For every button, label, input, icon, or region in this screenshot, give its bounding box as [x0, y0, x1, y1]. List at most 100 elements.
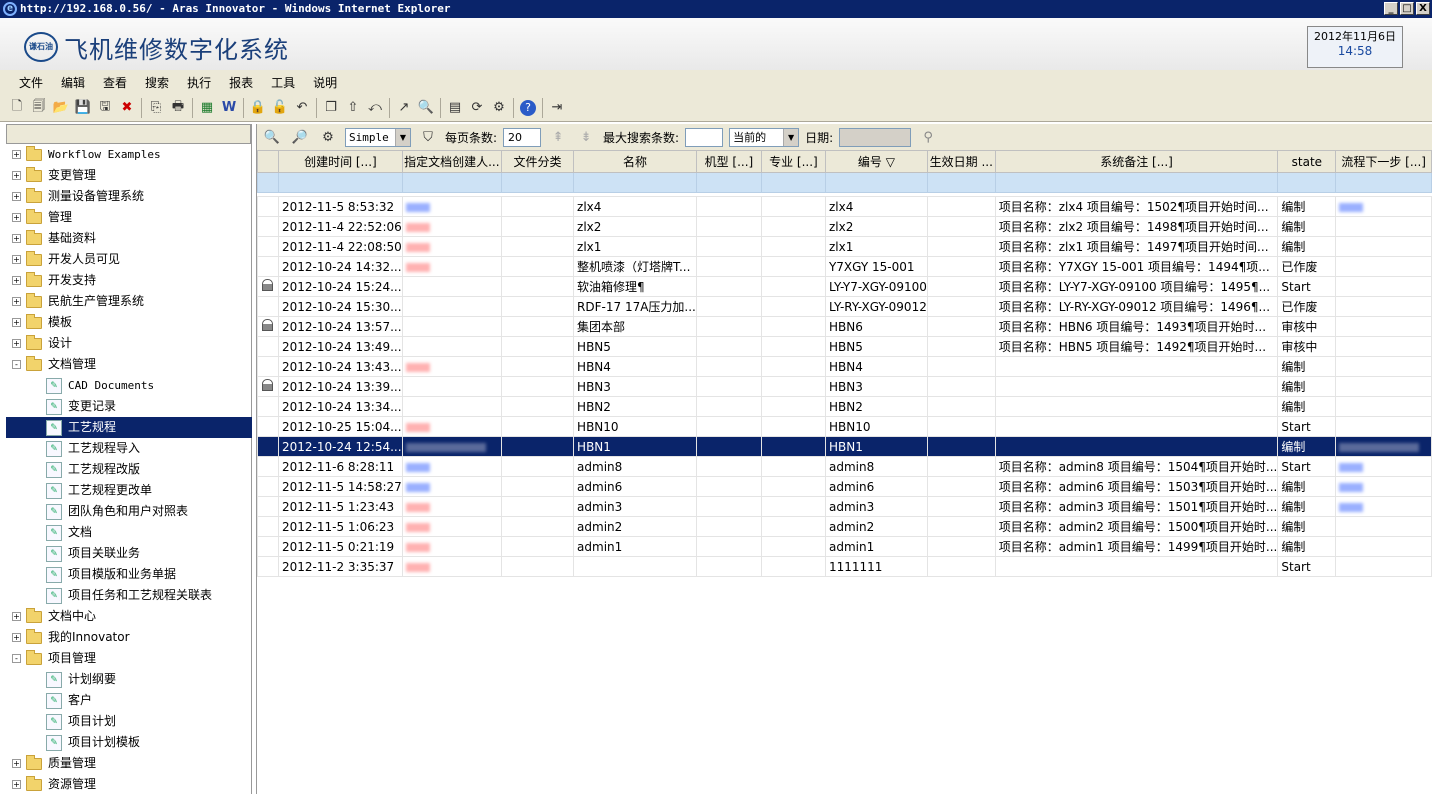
- menu-item-7[interactable]: 说明: [304, 74, 346, 91]
- filter-cell[interactable]: [994, 172, 1279, 193]
- menu-item-0[interactable]: 文件: [10, 74, 52, 91]
- filter-cell[interactable]: [1277, 172, 1337, 193]
- table-row[interactable]: 2012-10-24 15:30... RDF-17 17A压力加... LY-RY…: [257, 296, 1432, 317]
- page-size-input[interactable]: 20: [503, 127, 542, 147]
- expand-icon[interactable]: +: [12, 255, 21, 264]
- tree-node-10[interactable]: - 文档管理: [6, 354, 252, 375]
- prev-page-icon[interactable]: ⇞: [547, 126, 569, 148]
- filter-row[interactable]: [257, 172, 1432, 193]
- table-row[interactable]: 2012-11-5 1:06:23 admin2 admin2 项目名称：admin2…: [257, 516, 1432, 537]
- where-used-icon[interactable]: 🔍: [415, 97, 437, 119]
- lock-icon[interactable]: 🔒: [247, 97, 269, 119]
- table-row[interactable]: 2012-10-24 12:54... HBN1 HBN1 编制: [257, 436, 1432, 457]
- tree-node-23[interactable]: + 我的Innovator: [6, 627, 252, 648]
- tree-node-16[interactable]: ✎ 工艺规程更改单: [6, 480, 252, 501]
- filter-cell[interactable]: [401, 172, 502, 193]
- tree-node-9[interactable]: + 设计: [6, 333, 252, 354]
- column-header-1[interactable]: 创建时间 [...]: [277, 150, 403, 173]
- expand-icon[interactable]: +: [12, 339, 21, 348]
- expand-icon[interactable]: +: [12, 633, 21, 642]
- save-as-icon[interactable]: 🖫: [94, 97, 116, 119]
- tree-node-8[interactable]: + 模板: [6, 312, 252, 333]
- tree-node-18[interactable]: ✎ 文档: [6, 522, 252, 543]
- help-icon[interactable]: ?: [520, 99, 536, 116]
- settings-icon[interactable]: ⚙: [488, 97, 510, 119]
- saved-search-icon[interactable]: ⚙: [317, 126, 339, 148]
- unlock-icon[interactable]: 🔓: [269, 97, 291, 119]
- tree-node-26[interactable]: ✎ 客户: [6, 690, 252, 711]
- tree-node-6[interactable]: + 开发支持: [6, 270, 252, 291]
- filter-cell[interactable]: [257, 172, 279, 193]
- max-results-input[interactable]: [685, 127, 724, 147]
- column-header-2[interactable]: 指定文档创建人...: [401, 150, 502, 173]
- promote-icon[interactable]: ⇧: [342, 97, 364, 119]
- filter-cell[interactable]: [500, 172, 575, 193]
- tree-node-5[interactable]: + 开发人员可见: [6, 249, 252, 270]
- column-header-9[interactable]: 系统备注 [...]: [994, 150, 1279, 173]
- tree-node-12[interactable]: ✎ 变更记录: [6, 396, 252, 417]
- open-icon[interactable]: 📂: [50, 97, 72, 119]
- tree-node-7[interactable]: + 民航生产管理系统: [6, 291, 252, 312]
- expand-icon[interactable]: +: [12, 192, 21, 201]
- excel-icon[interactable]: ▦: [196, 97, 218, 119]
- filter-cell[interactable]: [824, 172, 928, 193]
- tree-node-28[interactable]: ✎ 项目计划模板: [6, 732, 252, 753]
- collapse-icon[interactable]: -: [12, 360, 21, 369]
- filter-cell[interactable]: [926, 172, 996, 193]
- table-row[interactable]: 2012-10-25 15:04... HBN10 HBN10 Start: [257, 416, 1432, 437]
- view-icon[interactable]: 🗐: [28, 97, 50, 119]
- tree-node-24[interactable]: - 项目管理: [6, 648, 252, 669]
- filter-icon[interactable]: ⛉: [417, 126, 439, 148]
- table-row[interactable]: 2012-10-24 14:32... 整机喷漆（灯塔牌T... Y7XGY 15-…: [257, 256, 1432, 277]
- menu-item-5[interactable]: 报表: [220, 74, 262, 91]
- filter-cell[interactable]: [277, 172, 403, 193]
- word-icon[interactable]: W: [218, 97, 240, 119]
- expand-icon[interactable]: +: [12, 318, 21, 327]
- clone-icon[interactable]: ❐: [320, 97, 342, 119]
- share-icon[interactable]: ↗: [393, 97, 415, 119]
- table-row[interactable]: 2012-11-4 22:08:50 zlx1 zlx1 项目名称：zlx1 项目编号…: [257, 236, 1432, 257]
- table-row[interactable]: 2012-10-24 13:57... 集团本部 HBN6 项目名称：HBN6 项目编…: [257, 316, 1432, 337]
- expand-icon[interactable]: +: [12, 150, 21, 159]
- table-row[interactable]: 2012-11-5 14:58:27 admin6 admin6 项目名称：admin…: [257, 476, 1432, 497]
- column-header-5[interactable]: 机型 [...]: [696, 150, 762, 173]
- clear-search-icon[interactable]: 🔎: [289, 126, 311, 148]
- table-row[interactable]: 2012-11-6 8:28:11 admin8 admin8 项目名称：admin8…: [257, 456, 1432, 477]
- minimize-button[interactable]: _: [1384, 2, 1398, 15]
- menu-item-6[interactable]: 工具: [262, 74, 304, 91]
- tree-node-0[interactable]: + Workflow Examples: [6, 144, 252, 165]
- tree-node-14[interactable]: ✎ 工艺规程导入: [6, 438, 252, 459]
- tree-node-29[interactable]: + 质量管理: [6, 753, 252, 774]
- tree-node-17[interactable]: ✎ 团队角色和用户对照表: [6, 501, 252, 522]
- search-icon[interactable]: 🔍: [261, 126, 283, 148]
- tree-node-20[interactable]: ✎ 项目模版和业务单据: [6, 564, 252, 585]
- collapse-icon[interactable]: -: [12, 654, 21, 663]
- tree-node-15[interactable]: ✎ 工艺规程改版: [6, 459, 252, 480]
- tree-node-22[interactable]: + 文档中心: [6, 606, 252, 627]
- menu-item-2[interactable]: 查看: [94, 74, 136, 91]
- menu-item-4[interactable]: 执行: [178, 74, 220, 91]
- next-page-icon[interactable]: ⇟: [575, 126, 597, 148]
- column-header-7[interactable]: 编号 ▽: [824, 150, 928, 173]
- table-row[interactable]: 2012-10-24 15:24... 软油箱修理¶ LY-Y7-XGY-09100…: [257, 276, 1432, 297]
- filter-cell[interactable]: [1335, 172, 1432, 193]
- expand-icon[interactable]: +: [12, 759, 21, 768]
- table-row[interactable]: 2012-10-24 13:34... HBN2 HBN2 编制: [257, 396, 1432, 417]
- tree-node-11[interactable]: ✎ CAD Documents: [6, 375, 252, 396]
- maximize-button[interactable]: □: [1400, 2, 1414, 15]
- sync-icon[interactable]: ⟳: [466, 97, 488, 119]
- expand-icon[interactable]: +: [12, 213, 21, 222]
- tree-node-2[interactable]: + 测量设备管理系统: [6, 186, 252, 207]
- column-header-4[interactable]: 名称: [573, 150, 697, 173]
- table-row[interactable]: 2012-11-2 3:35:37 1111111 Start: [257, 556, 1432, 577]
- table-row[interactable]: 2012-11-4 22:52:06 zlx2 zlx2 项目名称：zlx2 项目编号…: [257, 216, 1432, 237]
- delete-icon[interactable]: ✖: [116, 97, 138, 119]
- column-header-6[interactable]: 专业 [...]: [760, 150, 826, 173]
- tree-node-4[interactable]: + 基础资料: [6, 228, 252, 249]
- filter-cell[interactable]: [696, 172, 762, 193]
- column-header-10[interactable]: state: [1277, 150, 1337, 173]
- expand-icon[interactable]: +: [12, 780, 21, 789]
- column-header-8[interactable]: 生效日期 ...: [926, 150, 996, 173]
- expand-icon[interactable]: +: [12, 276, 21, 285]
- copy-icon[interactable]: ⎘: [145, 97, 167, 119]
